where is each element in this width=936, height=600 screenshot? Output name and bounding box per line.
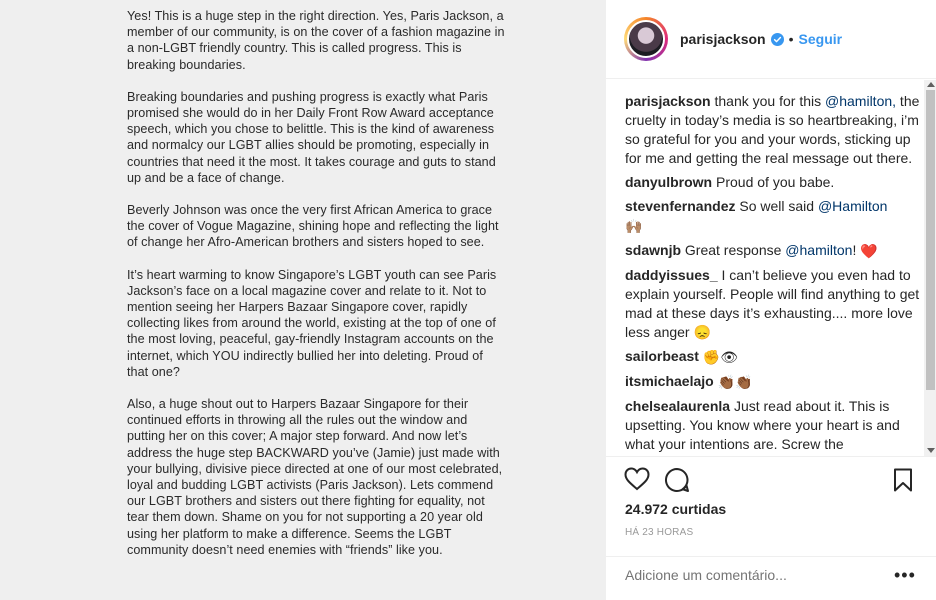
add-comment-input[interactable]: [625, 567, 875, 583]
heart-emoji-icon: ❤️: [860, 242, 878, 259]
header-username[interactable]: parisjackson: [680, 31, 766, 47]
avatar-image: [627, 20, 665, 58]
comment-item: chelsealaurenla Just read about it. This…: [625, 397, 924, 454]
verified-badge-icon: [770, 32, 784, 46]
comment-mention[interactable]: @hamilton,: [825, 93, 896, 109]
raised-hands-emoji-icon: 🙌🏽: [625, 217, 643, 234]
comment-text: Great response: [684, 241, 786, 258]
comment-mention[interactable]: @Hamilton: [818, 198, 887, 214]
comment-item: parisjackson thank you for this @hamilto…: [625, 92, 924, 168]
comment-item: sailorbeast ✊👁: [625, 347, 924, 367]
comment-item: sdawnjb Great response @hamilton! ❤️: [625, 241, 924, 261]
comments-scrollbar[interactable]: [924, 80, 936, 456]
comment-username[interactable]: sdawnjb: [625, 242, 681, 258]
post-paragraph: Breaking boundaries and pushing progress…: [127, 89, 496, 185]
comment-username[interactable]: chelsealaurenla: [625, 398, 730, 414]
comment-username[interactable]: stevenfernandez: [625, 198, 735, 214]
post-image-text: Yes! This is a huge step in the right di…: [127, 8, 507, 574]
scroll-down-arrow-icon[interactable]: [927, 448, 935, 453]
comments-list[interactable]: parisjackson thank you for this @hamilto…: [606, 80, 924, 456]
bookmark-icon[interactable]: [893, 468, 913, 492]
post-paragraph: Beverly Johnson was once the very first …: [127, 203, 499, 250]
comment-text: Proud of you babe.: [716, 174, 835, 190]
post-header: parisjackson • Seguir: [606, 0, 936, 79]
post-actions: 24.972 curtidas HÁ 23 HORAS: [606, 456, 936, 556]
action-icons: [624, 467, 690, 493]
avatar[interactable]: [624, 17, 668, 61]
comment-username[interactable]: daddyissues_: [625, 267, 718, 283]
add-comment-bar: •••: [606, 556, 936, 600]
post-timestamp[interactable]: HÁ 23 HORAS: [625, 527, 693, 538]
comment-text: thank you for this: [714, 93, 826, 109]
comment-item: itsmichaelajo 👏🏾👏🏾: [625, 372, 924, 392]
comment-text: !: [852, 241, 861, 258]
comment-icon[interactable]: [664, 467, 690, 493]
comment-item: stevenfernandez So well said @Hamilton 🙌…: [625, 197, 924, 236]
comment-username[interactable]: sailorbeast: [625, 348, 699, 364]
comment-item: daddyissues_ I can’t believe you even ha…: [625, 266, 924, 343]
post-paragraph: Also, a huge shout out to Harpers Bazaar…: [127, 397, 503, 557]
more-options-icon[interactable]: •••: [894, 565, 916, 586]
comment-text: So well said: [739, 198, 818, 214]
follow-button[interactable]: Seguir: [799, 31, 843, 47]
post-sidebar: parisjackson • Seguir parisjackson thank…: [605, 0, 936, 600]
comment-username[interactable]: parisjackson: [625, 93, 711, 109]
header-separator: •: [788, 31, 794, 47]
comment-item: danyulbrown Proud of you babe.: [625, 173, 924, 192]
likes-count[interactable]: 24.972 curtidas: [625, 501, 726, 517]
fist-eye-emoji-icon: ✊👁: [702, 349, 739, 366]
sad-face-emoji-icon: 😞: [693, 324, 711, 341]
comment-username[interactable]: danyulbrown: [625, 174, 712, 190]
post-image[interactable]: Yes! This is a huge step in the right di…: [0, 0, 605, 600]
comment-mention[interactable]: @hamilton: [785, 242, 852, 258]
scrollbar-thumb[interactable]: [926, 90, 935, 390]
post-paragraph: It’s heart warming to know Singapore’s L…: [127, 267, 497, 379]
scroll-up-arrow-icon[interactable]: [927, 82, 935, 87]
clapping-hands-emoji-icon: 👏🏾👏🏾: [717, 373, 753, 390]
heart-icon[interactable]: [624, 467, 650, 491]
comment-username[interactable]: itsmichaelajo: [625, 373, 714, 389]
post-paragraph: Yes! This is a huge step in the right di…: [127, 9, 505, 72]
